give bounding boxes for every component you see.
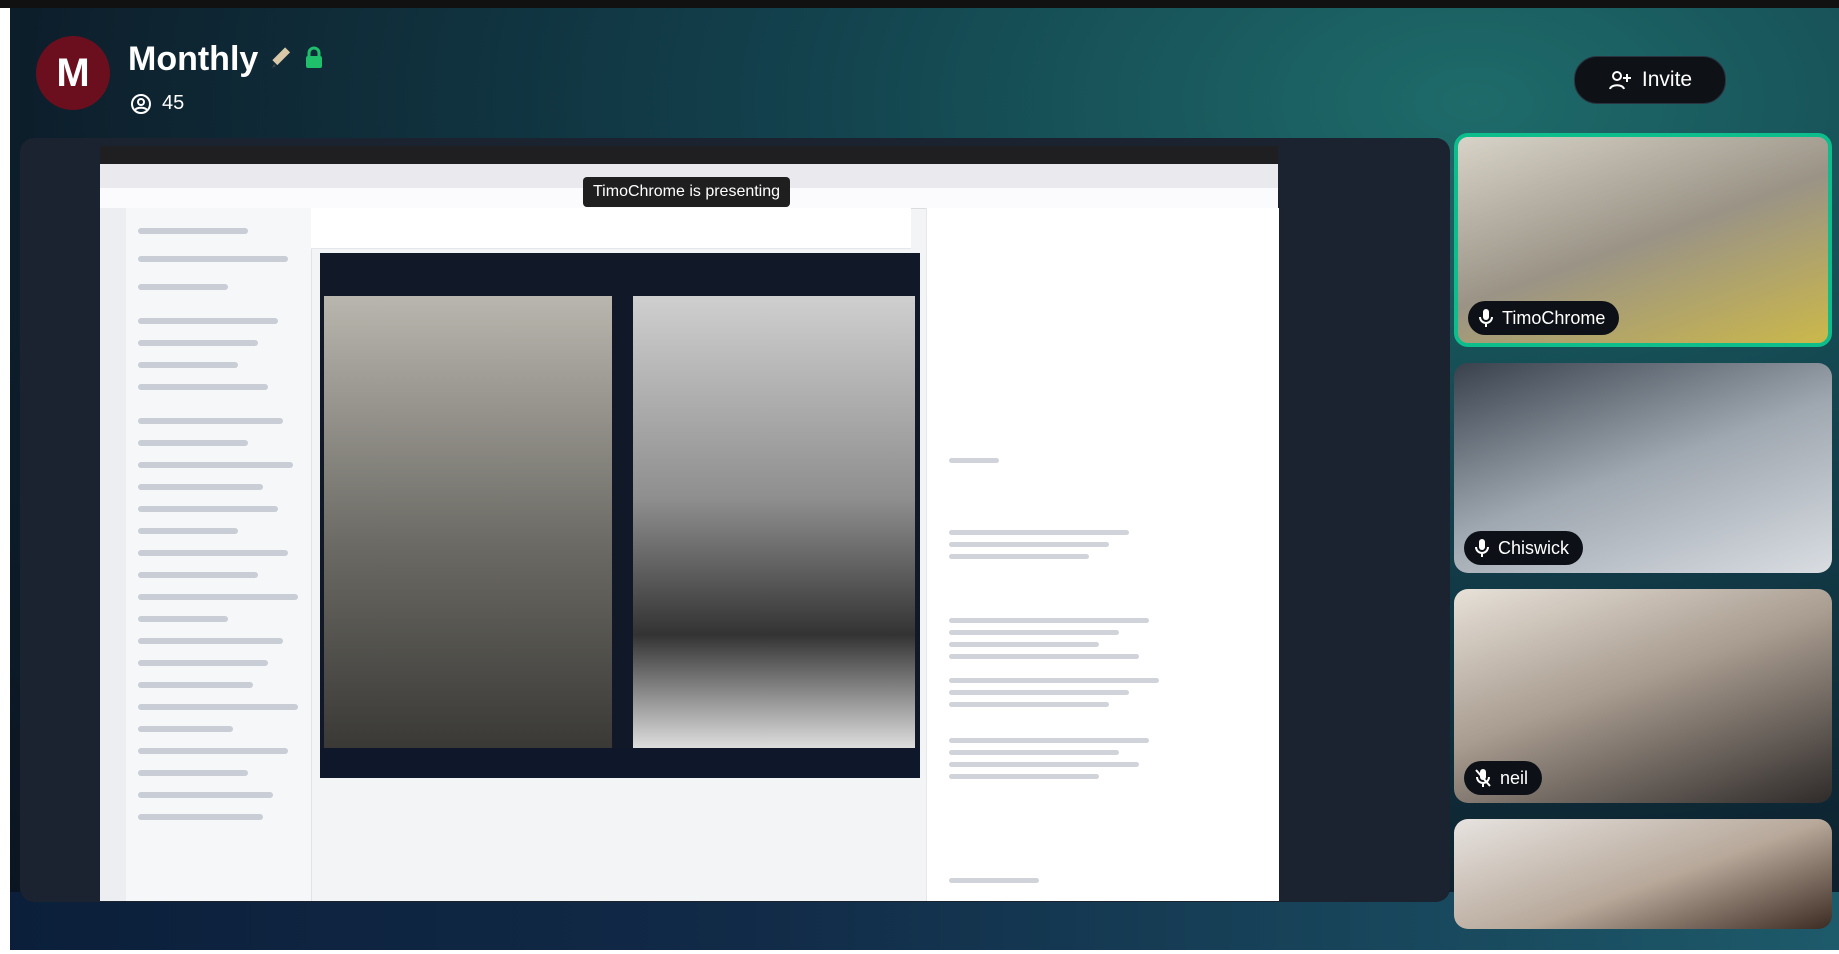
- lock-icon: [306, 46, 322, 68]
- invite-label: Invite: [1641, 68, 1693, 91]
- room-title: Monthly: [128, 40, 259, 78]
- title-icons: [268, 44, 324, 72]
- shared-menubar: [100, 146, 1278, 164]
- participant-tile[interactable]: TimoChrome: [1454, 133, 1832, 347]
- screen-share-stage: TimoChrome is presenting: [20, 138, 1450, 902]
- room-avatar[interactable]: M: [36, 36, 110, 110]
- add-user-icon: [1608, 71, 1631, 90]
- shared-video-1: [324, 296, 612, 748]
- participant-name: TimoChrome: [1502, 307, 1606, 328]
- screen: M Monthly 45 Invite TimoChrome is presen…: [0, 0, 1839, 954]
- participant-name-badge: TimoChrome: [1468, 301, 1620, 335]
- member-count-value: 45: [162, 92, 185, 114]
- top-bar: [0, 0, 1839, 8]
- participant-name-badge: neil: [1464, 761, 1543, 795]
- microphone-muted-icon: [1475, 769, 1491, 787]
- invite-button[interactable]: Invite: [1574, 56, 1726, 104]
- shared-bbb-controls: [320, 748, 920, 778]
- member-count[interactable]: 45: [130, 92, 184, 115]
- shared-video-2: [633, 296, 915, 748]
- participant-name: Chiswick: [1498, 537, 1570, 558]
- microphone-icon: [1475, 539, 1489, 557]
- participant-tile[interactable]: neil: [1454, 589, 1832, 803]
- presenting-indicator: TimoChrome is presenting: [583, 177, 791, 207]
- pencil-icon: [272, 47, 291, 68]
- participant-tiles: TimoChrome Chiswick neil: [1450, 133, 1839, 953]
- participant-name-badge: Chiswick: [1464, 531, 1584, 565]
- participant-tile[interactable]: Chiswick: [1454, 363, 1832, 573]
- shared-left-rail: [100, 208, 127, 901]
- shared-room-header: [311, 208, 911, 249]
- participant-name: neil: [1500, 767, 1529, 788]
- shared-room-list: [126, 208, 312, 901]
- shared-chat-panel: [926, 208, 1279, 901]
- participant-tile[interactable]: [1454, 819, 1832, 929]
- shared-screen: TimoChrome is presenting: [100, 146, 1279, 901]
- microphone-icon: [1479, 309, 1493, 327]
- user-circle-icon: [131, 93, 151, 114]
